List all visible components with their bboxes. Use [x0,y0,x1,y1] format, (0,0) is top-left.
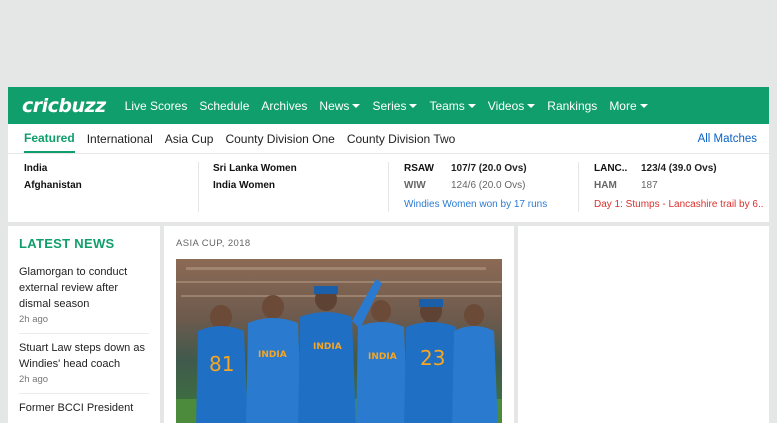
nav-label: Live Scores [124,98,188,113]
jersey-text: INDIA [368,352,397,362]
team-name: Afghanistan [24,180,82,191]
team-name: India Women [213,180,276,191]
match-card-lanc-ham[interactable]: LANC.. 123/4 (39.0 Ovs) HAM 187 Day 1: Stu… [594,160,764,218]
nav-label: More [609,98,637,113]
chevron-down-icon [409,103,418,108]
news-headline[interactable]: Glamorgan to conduct external review aft… [19,264,149,312]
tab-county-division-two[interactable]: County Division Two [347,124,456,153]
nav-label: News [319,98,350,113]
nav-schedule[interactable]: Schedule [199,99,249,113]
nav-label: Rankings [547,98,598,113]
nav-label: Schedule [199,98,250,113]
feature-category[interactable]: ASIA CUP, 2018 [176,238,502,249]
feature-story: ASIA CUP, 2018 81 INDIA INDIA INDIA 23 [164,226,514,423]
tab-featured[interactable]: Featured [24,124,75,153]
match-status: Windies Women won by 17 runs [404,199,548,210]
tab-asia-cup[interactable]: Asia Cup [165,124,214,153]
chevron-down-icon [639,103,648,108]
jersey-number: 81 [209,352,234,376]
team-name: LANC.. [594,163,628,174]
chevron-down-icon [352,103,361,108]
nav-label: Series [372,98,407,113]
nav-series[interactable]: Series [372,98,418,113]
nav-teams[interactable]: Teams [429,98,476,113]
divider [388,162,389,212]
team-celebration-image: 81 INDIA INDIA INDIA 23 [176,259,502,423]
nav-label: Videos [487,98,525,113]
divider [198,162,199,212]
nav-label: Teams [429,98,465,113]
cricbuzz-logo[interactable]: cricbuzz [22,95,106,117]
team-name: India [24,163,48,174]
jersey-number: 23 [420,346,445,370]
nav-rankings[interactable]: Rankings [547,99,597,113]
team-name: HAM [594,180,617,191]
team-score: 107/7 (20.0 Ovs) [451,163,527,174]
jersey-text: INDIA [313,342,342,352]
team-score: 123/4 (39.0 Ovs) [641,163,717,174]
news-headline[interactable]: Stuart Law steps down as Windies' head c… [19,340,149,372]
team-score: 187 [641,180,658,191]
team-name: RSAW [404,163,434,174]
nav-videos[interactable]: Videos [487,98,536,113]
match-card-slw-indw[interactable]: Sri Lanka Women India Women [213,160,383,218]
nav-archives[interactable]: Archives [261,99,307,113]
chevron-down-icon [527,103,536,108]
match-status: Day 1: Stumps - Lancashire trail by 6.. [594,199,764,210]
latest-news-heading: LATEST NEWS [19,236,115,251]
feature-photo[interactable]: 81 INDIA INDIA INDIA 23 [176,259,502,423]
team-score: 124/6 (20.0 Ovs) [451,180,526,191]
news-headline[interactable]: Former BCCI President [19,400,149,416]
all-matches-link[interactable]: All Matches [698,133,757,145]
tab-county-division-one[interactable]: County Division One [225,124,334,153]
right-panel [518,226,769,423]
news-item[interactable]: Former BCCI President [19,394,149,423]
news-time: 2h ago [19,374,49,385]
team-name: Sri Lanka Women [213,163,297,174]
tab-international[interactable]: International [87,124,153,153]
nav-more[interactable]: More [609,98,648,113]
match-card-ind-afg[interactable]: India Afghanistan [24,160,194,218]
news-item[interactable]: Stuart Law steps down as Windies' head c… [19,334,149,394]
chevron-down-icon [467,103,476,108]
top-navbar: cricbuzz Live Scores Schedule Archives N… [8,87,769,124]
match-card-rsaw-wiw[interactable]: RSAW 107/7 (20.0 Ovs) WIW 124/6 (20.0 Ovs)… [404,160,574,218]
score-ticker: India Afghanistan Sri Lanka Women India … [8,154,769,222]
nav-live-scores[interactable]: Live Scores [125,99,188,113]
latest-news-panel: LATEST NEWS Glamorgan to conduct externa… [8,226,160,423]
jersey-text: INDIA [258,350,287,360]
news-item[interactable]: Glamorgan to conduct external review aft… [19,258,149,334]
divider [578,162,579,212]
nav-news[interactable]: News [319,98,361,113]
news-time: 2h ago [19,314,49,325]
nav-label: Archives [261,98,308,113]
match-tabs: Featured International Asia Cup County D… [8,124,769,154]
team-name: WIW [404,180,426,191]
